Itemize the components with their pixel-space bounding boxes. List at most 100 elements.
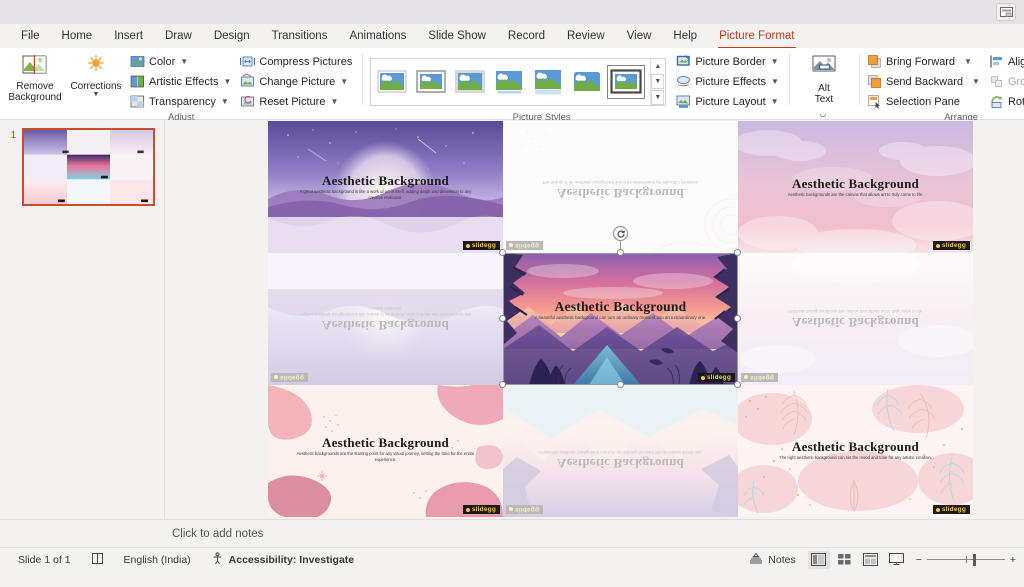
bring-forward-button[interactable]: Bring Forward ▼ [865,52,984,71]
compress-pictures-button[interactable]: Compress Pictures [238,52,356,71]
menu-home[interactable]: Home [51,25,104,47]
picture-center-title: Aesthetic Background [554,299,687,314]
chevron-down-icon[interactable]: ▼ [964,55,972,69]
menu-picture-format[interactable]: Picture Format [708,25,805,49]
accessibility-dialog-launcher-icon[interactable]: ◡ [819,109,828,118]
rotation-handle[interactable] [613,226,628,241]
menu-animations[interactable]: Animations [338,25,417,47]
menu-view[interactable]: View [616,25,663,47]
picture-top-left-title: Aesthetic Background [322,173,449,188]
normal-view-button[interactable] [807,550,830,569]
menu-insert[interactable]: Insert [103,25,154,47]
chevron-down-icon[interactable]: ▼ [771,55,779,69]
picture-style-2[interactable] [414,67,448,97]
language-button[interactable]: English (India) [114,554,201,566]
picture-bottom-middle-subtitle: A beautiful aesthetic background can tur… [538,450,703,455]
menu-review[interactable]: Review [556,25,616,47]
slide-canvas[interactable]: Aesthetic Background A great aesthetic b… [268,121,973,517]
notes-button[interactable]: Notes [739,552,805,568]
picture-bottom-left[interactable]: Aesthetic Background Aesthetic backgroun… [268,385,503,517]
send-backward-button[interactable]: Send Backward ▼ [865,72,984,91]
picture-bottom-right-subtitle: The right aesthetic background can set t… [779,455,932,460]
gallery-more-button[interactable]: ▼ [651,89,665,105]
chevron-down-icon[interactable]: ▼ [330,95,338,109]
resize-handle-s[interactable] [616,381,624,388]
resize-handle-ne[interactable] [734,249,741,256]
picture-bottom-middle[interactable]: Aesthetic Background A beautiful aesthet… [503,385,738,517]
picture-style-3[interactable] [453,67,487,97]
color-button[interactable]: Color ▼ [128,52,235,71]
corrections-button[interactable]: Corrections ▼ [67,52,125,100]
gallery-scroll-up-button[interactable]: ▲ [651,59,664,74]
picture-bottom-left-subtitle: Aesthetic backgrounds are the starting p… [296,451,475,462]
resize-handle-nw[interactable] [499,249,506,256]
picture-top-left[interactable]: Aesthetic Background A great aesthetic b… [268,121,503,253]
picture-border-button[interactable]: Picture Border ▼ [674,52,783,71]
chevron-down-icon[interactable]: ▼ [771,75,779,89]
picture-top-right[interactable]: Aesthetic Background Aesthetic backgroun… [738,121,973,253]
slide-thumbnail-1[interactable] [22,128,155,206]
chevron-down-icon[interactable]: ▼ [223,75,231,89]
thumbnail-row[interactable]: 1 [0,128,164,206]
slide-count[interactable]: Slide 1 of 1 [8,554,81,566]
picture-style-7[interactable] [607,64,646,99]
menu-draw[interactable]: Draw [154,25,203,47]
zoom-out-button[interactable]: − [916,554,922,566]
slide-sorter-view-button[interactable] [834,551,856,569]
selection-pane-button[interactable]: Selection Pane [865,92,984,111]
zoom-thumb[interactable] [972,553,976,566]
accessibility-button[interactable]: Accessibility: Investigate [201,551,364,568]
slide-canvas-area[interactable]: Aesthetic Background A great aesthetic b… [165,120,1024,519]
zoom-track[interactable] [926,553,1005,566]
picture-style-5[interactable] [531,67,565,97]
picture-style-4[interactable] [492,67,526,97]
picture-style-1[interactable] [375,67,409,97]
chevron-down-icon[interactable]: ▼ [340,75,348,89]
picture-middle-left[interactable]: Aesthetic Background A great aesthetic b… [268,253,503,385]
picture-styles-scroll[interactable]: ▲ ▼ ▼ [650,58,665,105]
picture-middle-right-subtitle: Aesthetic backgrounds are the canvas tha… [787,309,924,314]
resize-handle-e[interactable] [734,315,741,322]
menu-design[interactable]: Design [203,25,261,47]
notes-bar[interactable]: Click to add notes [0,519,1024,547]
menu-file[interactable]: File [10,25,51,47]
chevron-down-icon[interactable]: ▼ [93,91,100,98]
watermark-badge: slidegg [741,373,779,382]
resize-handle-n[interactable] [616,249,624,256]
picture-bottom-right[interactable]: Aesthetic Background The right aesthetic… [738,385,973,517]
chevron-down-icon[interactable]: ▼ [972,75,980,89]
picture-layout-button[interactable]: Picture Layout ▼ [674,92,783,111]
picture-center-selected[interactable]: Aesthetic Background A beautiful aesthet… [503,253,738,385]
picture-styles-gallery[interactable]: ▲ ▼ ▼ [370,57,667,106]
chevron-down-icon[interactable]: ▼ [221,95,229,109]
reading-view-button[interactable] [860,551,882,569]
align-button[interactable]: Align ▼ [987,52,1024,71]
slide-show-view-button[interactable] [886,551,908,569]
menu-record[interactable]: Record [497,25,556,47]
spellcheck-button[interactable] [81,552,114,568]
reset-picture-button[interactable]: Reset Picture ▼ [238,92,356,111]
menu-transitions[interactable]: Transitions [261,25,339,47]
gallery-scroll-down-button[interactable]: ▼ [651,74,665,89]
zoom-in-button[interactable]: + [1010,554,1016,566]
resize-handle-se[interactable] [734,381,741,388]
menu-slide-show[interactable]: Slide Show [417,25,497,47]
picture-style-6[interactable] [570,67,604,97]
resize-handle-w[interactable] [499,315,506,322]
ribbon-display-options-icon[interactable] [996,3,1016,21]
accessibility-icon [211,551,224,568]
picture-effects-button[interactable]: Picture Effects ▼ [674,72,783,91]
zoom-slider[interactable]: − + [910,554,1016,566]
menu-help[interactable]: Help [662,25,708,47]
chevron-down-icon[interactable]: ▼ [180,55,188,69]
change-picture-button[interactable]: Change Picture ▼ [238,72,356,91]
rotate-button[interactable]: Rotate ▼ [987,92,1024,111]
slide-thumbnail-pane[interactable]: 1 [0,120,165,519]
artistic-effects-button[interactable]: Artistic Effects ▼ [128,72,235,91]
alt-text-button[interactable]: Alt Text [795,52,853,107]
resize-handle-sw[interactable] [499,381,506,388]
picture-middle-right[interactable]: Aesthetic Background Aesthetic backgroun… [738,253,973,385]
transparency-button[interactable]: Transparency ▼ [128,92,235,111]
remove-background-button[interactable]: Remove Background [6,52,64,105]
chevron-down-icon[interactable]: ▼ [771,95,779,109]
